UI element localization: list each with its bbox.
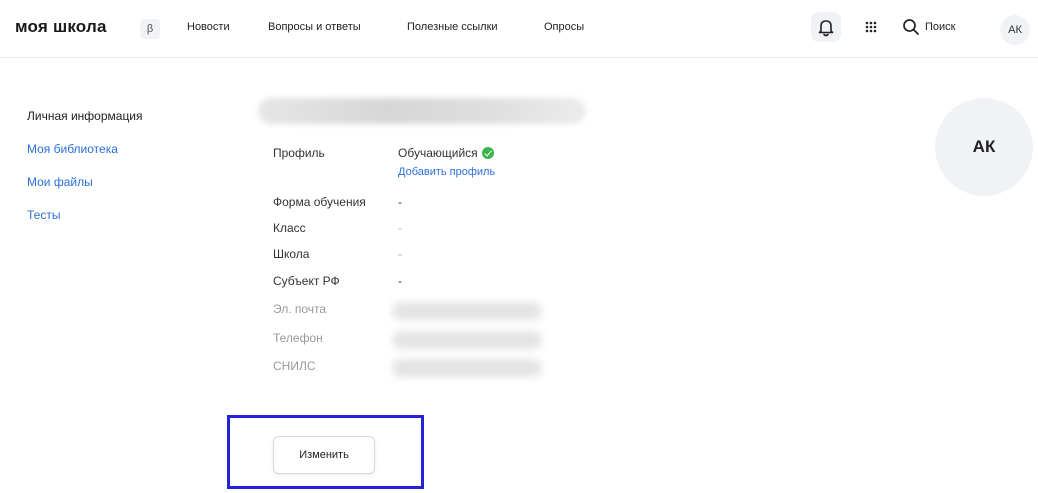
class-label: Класс [273,221,306,235]
nav-useful-links[interactable]: Полезные ссылки [407,21,498,33]
phone-value-blurred [392,331,542,349]
email-label: Эл. почта [273,302,327,316]
region-value: - [398,274,402,288]
sidebar-item-files[interactable]: Мои файлы [27,175,93,189]
sidebar-item-library[interactable]: Моя библиотека [27,142,118,156]
study-form-label: Форма обучения [273,195,366,209]
add-profile-link[interactable]: Добавить профиль [398,166,495,178]
search-label: Поиск [925,21,956,33]
user-name-blurred [258,98,586,124]
search-button[interactable]: Поиск [902,15,955,39]
top-header: моя школа β Новости Вопросы и ответы Пол… [0,0,1038,58]
apps-grid-icon [865,21,877,33]
class-value: - [398,221,402,235]
site-logo[interactable]: моя школа [15,17,107,37]
profile-value-text: Обучающийся [398,146,478,160]
profile-value: Обучающийся [398,146,494,160]
region-label: Субъект РФ [273,274,340,288]
notifications-button[interactable] [811,12,841,42]
school-label: Школа [273,247,310,261]
nav-news[interactable]: Новости [187,21,230,33]
search-icon [903,19,919,35]
email-value-blurred [392,302,542,320]
check-circle-icon [481,147,494,159]
snils-value-blurred [392,359,542,377]
bell-icon [818,20,834,37]
sidebar-item-tests[interactable]: Тесты [27,208,60,222]
edit-button[interactable]: Изменить [273,436,375,474]
phone-label: Телефон [273,331,323,345]
sidebar-item-personal-info[interactable]: Личная информация [27,109,143,123]
apps-button[interactable] [856,12,886,42]
snils-label: СНИЛС [273,359,316,373]
profile-avatar: АК [935,98,1033,196]
profile-label: Профиль [273,146,325,160]
nav-polls[interactable]: Опросы [544,21,584,33]
user-avatar[interactable]: АК [1000,15,1030,45]
beta-badge: β [140,19,160,39]
nav-faq[interactable]: Вопросы и ответы [268,21,361,33]
school-value: - [398,247,402,261]
study-form-value: - [398,195,402,209]
